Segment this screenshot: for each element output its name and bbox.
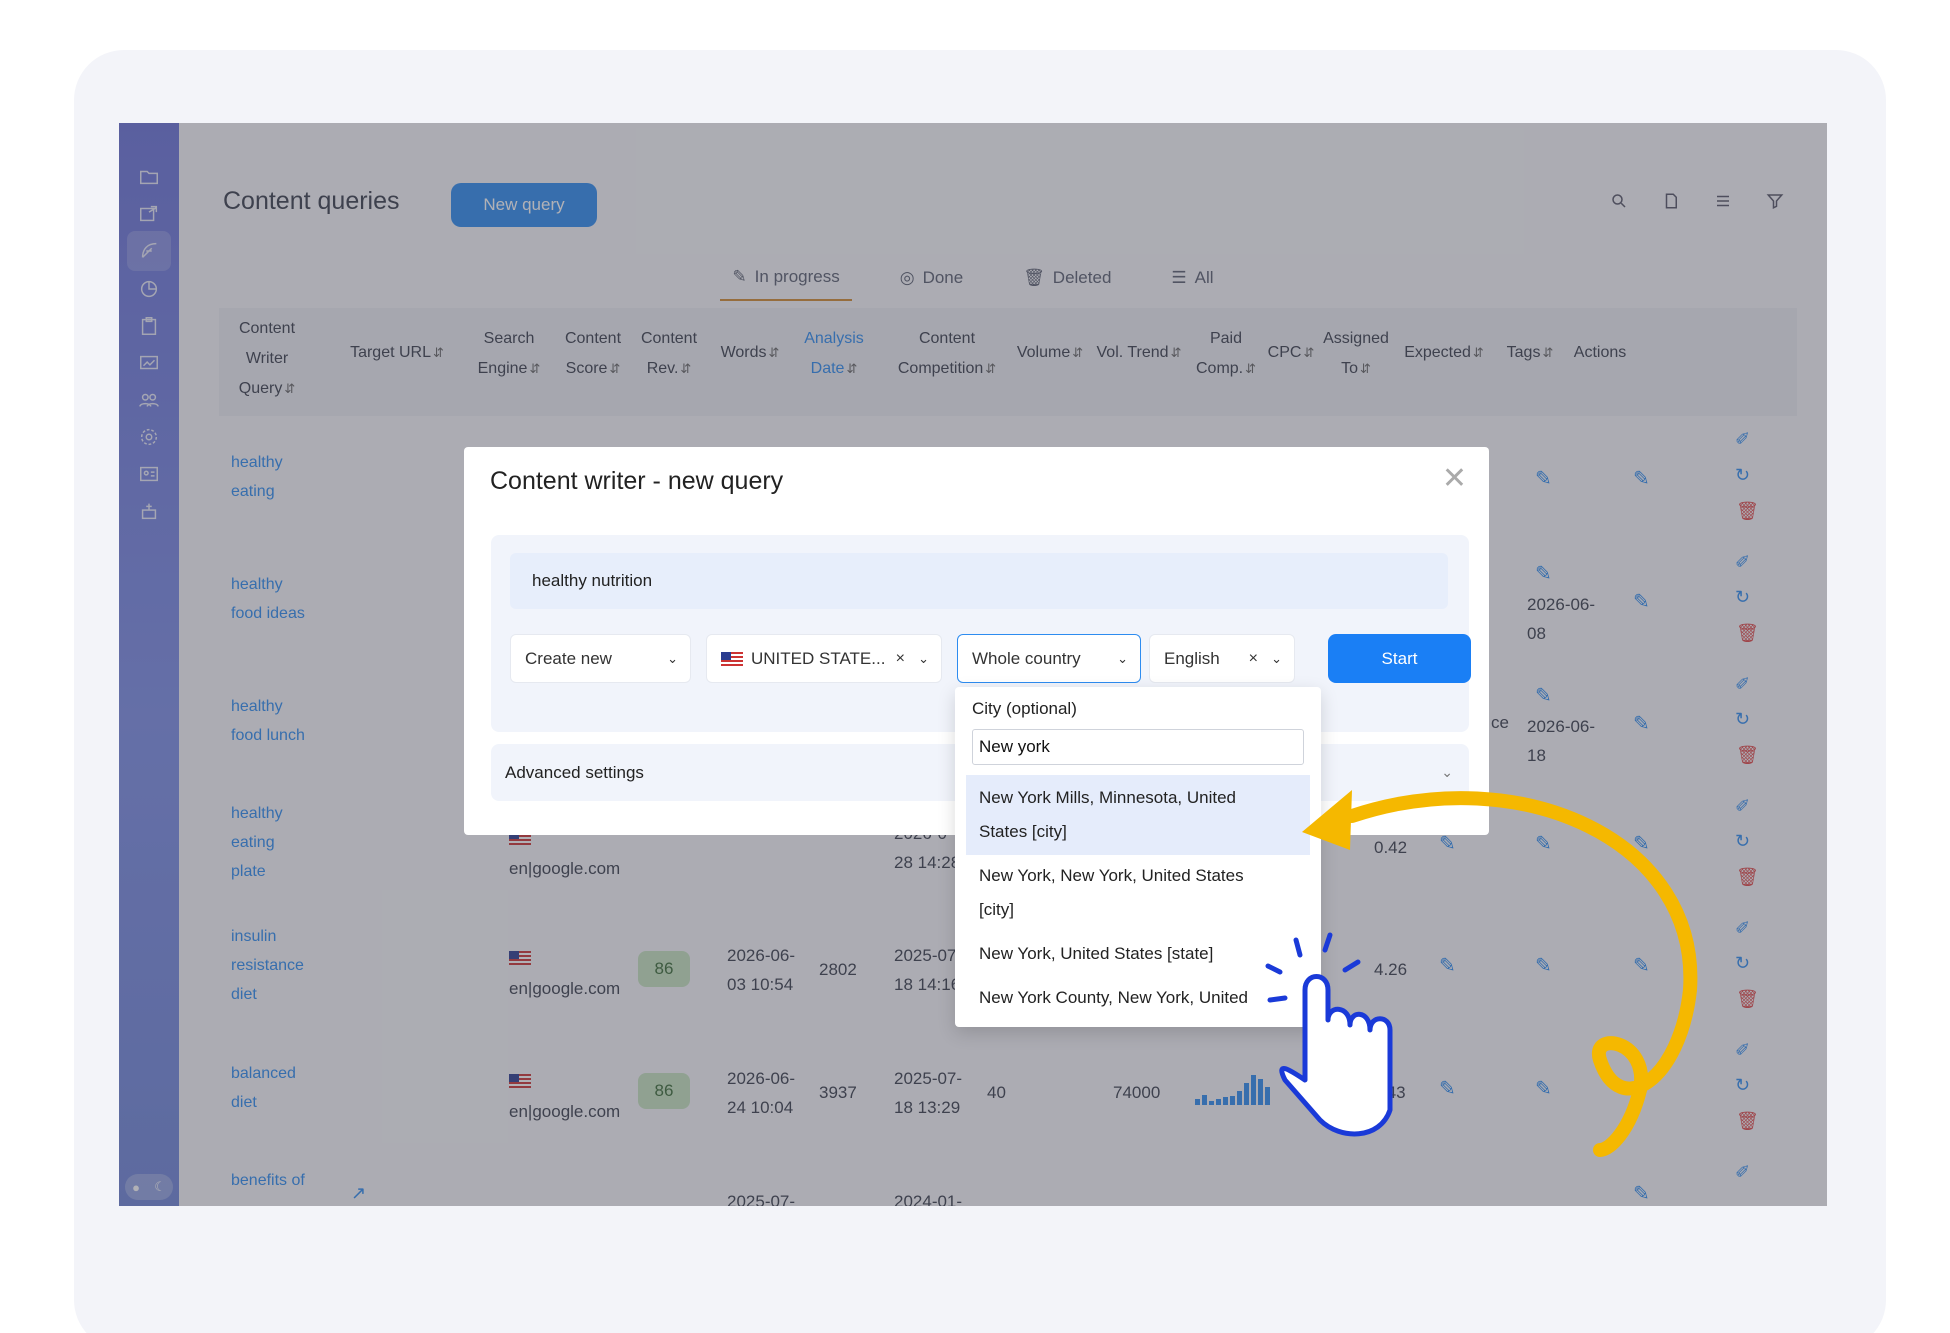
app-window: ● ☾ Content queries New query ✎ In progres… [119, 123, 1827, 1206]
modal-title: Content writer - new query [490, 467, 784, 495]
country-value: UNITED STATE... [751, 648, 886, 668]
clear-icon[interactable]: × [1249, 650, 1258, 668]
city-option[interactable]: New York County, New York, United [966, 975, 1310, 1021]
option-line: New York, United States [state] [979, 944, 1214, 963]
chevron-down-icon: ⌄ [1441, 764, 1453, 780]
city-label: City (optional) [972, 699, 1077, 718]
option-line: New York Mills, Minnesota, United [979, 788, 1237, 807]
start-button[interactable]: Start [1328, 634, 1471, 683]
clear-icon[interactable]: × [896, 650, 905, 668]
chevron-down-icon: ⌄ [918, 650, 929, 666]
chevron-down-icon: ⌄ [1271, 650, 1282, 666]
city-option[interactable]: New York Mills, Minnesota, United States … [966, 775, 1310, 855]
close-icon[interactable]: ✕ [1442, 461, 1467, 496]
city-option[interactable]: New York, New York, United States [city] [966, 853, 1310, 933]
chevron-down-icon: ⌄ [667, 650, 678, 666]
city-search-input[interactable] [972, 729, 1304, 765]
city-option[interactable]: New York, United States [state] [966, 931, 1310, 977]
chevron-down-icon: ⌄ [1117, 650, 1128, 666]
region-value: Whole country [972, 648, 1081, 668]
mode-value: Create new [525, 648, 612, 668]
option-line: New York County, New York, United [979, 988, 1248, 1007]
country-select[interactable]: UNITED STATE... × ⌄ [706, 634, 942, 683]
option-line: New York, New York, United States [979, 866, 1244, 885]
option-line: [city] [979, 900, 1014, 919]
query-input[interactable] [510, 553, 1448, 609]
mode-select[interactable]: Create new ⌄ [510, 634, 691, 683]
language-value: English [1164, 648, 1220, 668]
us-flag-icon [721, 651, 743, 666]
option-line: States [city] [979, 822, 1067, 841]
language-select[interactable]: English × ⌄ [1149, 634, 1295, 683]
region-select[interactable]: Whole country ⌄ [957, 634, 1141, 683]
city-dropdown: City (optional) New York Mills, Minnesot… [955, 687, 1321, 1027]
advanced-settings-label: Advanced settings [505, 762, 644, 782]
